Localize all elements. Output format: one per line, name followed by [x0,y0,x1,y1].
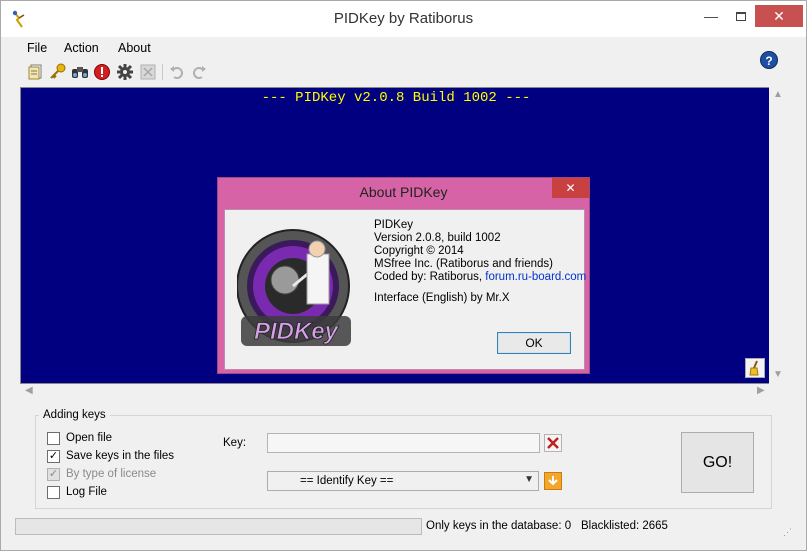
minimize-button[interactable]: — [695,1,727,31]
status-blacklisted: Blacklisted: 2665 [581,520,668,532]
main-window: PIDKey by Ratiborus — ✕ File Action Abou… [0,0,807,551]
scroll-down-icon[interactable]: ▼ [773,369,783,380]
gear-icon[interactable] [116,63,134,81]
by-type-checkbox: ✓ [47,468,60,481]
key-input[interactable] [267,433,540,453]
ok-button[interactable]: OK [497,332,571,354]
key-action-selected: == Identify Key == [300,475,394,487]
about-product: PIDKey [374,219,413,231]
menu-about[interactable]: About [118,41,151,55]
about-version: Version 2.0.8, build 1002 [374,232,501,244]
about-forum-link[interactable]: forum.ru-board.com [485,271,586,283]
key-icon[interactable] [49,63,67,81]
clean-console-button[interactable] [745,358,765,378]
menu-file[interactable]: File [27,41,47,55]
log-file-checkbox[interactable] [47,486,60,499]
maximize-icon [736,12,746,21]
adding-keys-label: Adding keys [39,409,110,421]
maximize-button[interactable] [725,1,757,31]
stop-icon[interactable] [93,63,111,81]
download-button[interactable] [544,472,562,490]
console-horizontal-scrollbar[interactable]: ◀ ▶ [20,384,769,398]
clear-x-icon [547,437,559,449]
go-button[interactable]: GO! [681,432,754,493]
status-keys-in-db: Only keys in the database: 0 [426,520,572,532]
delete-icon [140,64,156,80]
about-dialog-close-button[interactable]: ✕ [552,178,589,198]
menu-action[interactable]: Action [64,41,99,55]
open-file-icon[interactable] [27,63,45,81]
open-file-checkbox[interactable] [47,432,60,445]
clear-key-button[interactable] [544,434,562,452]
help-icon[interactable]: ? [760,51,778,69]
save-keys-checkbox[interactable]: ✓ [47,450,60,463]
scroll-left-icon[interactable]: ◀ [25,385,33,396]
log-file-label: Log File [66,486,107,498]
open-file-label: Open file [66,432,113,444]
about-company: MSfree Inc. (Ratiborus and friends) [374,258,553,270]
about-dialog-body: PIDKey PIDKey Version 2.0.8, build 1002 … [224,209,586,370]
close-button[interactable]: ✕ [755,5,803,27]
window-title: PIDKey by Ratiborus [333,10,474,27]
arrow-down-icon [548,476,558,486]
save-keys-label: Save keys in the files [66,450,175,462]
logo-text: PIDKey [254,318,340,345]
binoculars-icon[interactable] [71,63,89,81]
about-copyright: Copyright © 2014 [374,245,464,257]
adding-keys-group [35,415,772,509]
scroll-up-icon[interactable]: ▲ [773,89,783,100]
key-action-select[interactable]: == Identify Key == ▼ [267,471,539,491]
console-vertical-scrollbar[interactable]: ▲ ▼ [769,87,786,384]
chevron-down-icon: ▼ [524,474,534,485]
title-bar[interactable]: PIDKey by Ratiborus — ✕ [1,1,806,37]
console-header: --- PIDKey v2.0.8 Build 1002 --- [261,90,531,106]
about-coded-by: Coded by: Ratiborus, [374,271,483,283]
toolbar-separator [162,64,163,80]
about-coded-by-row: Coded by: Ratiborus, forum.ru-board.com [374,271,586,283]
about-dialog: About PIDKey ✕ PIDKey PIDKey Version 2.0… [217,177,590,374]
about-dialog-title: About PIDKey [359,184,448,200]
about-interface: Interface (English) by Mr.X [374,292,510,304]
key-label: Key: [223,437,247,449]
broom-icon [749,360,759,376]
scroll-right-icon[interactable]: ▶ [757,385,765,396]
redo-icon [193,66,206,79]
undo-icon [170,66,183,79]
resize-grip-icon[interactable]: ⋰ [783,527,792,538]
progress-bar [15,518,422,535]
pidkey-logo: PIDKey [237,229,351,346]
by-type-label: By type of license [66,468,157,480]
